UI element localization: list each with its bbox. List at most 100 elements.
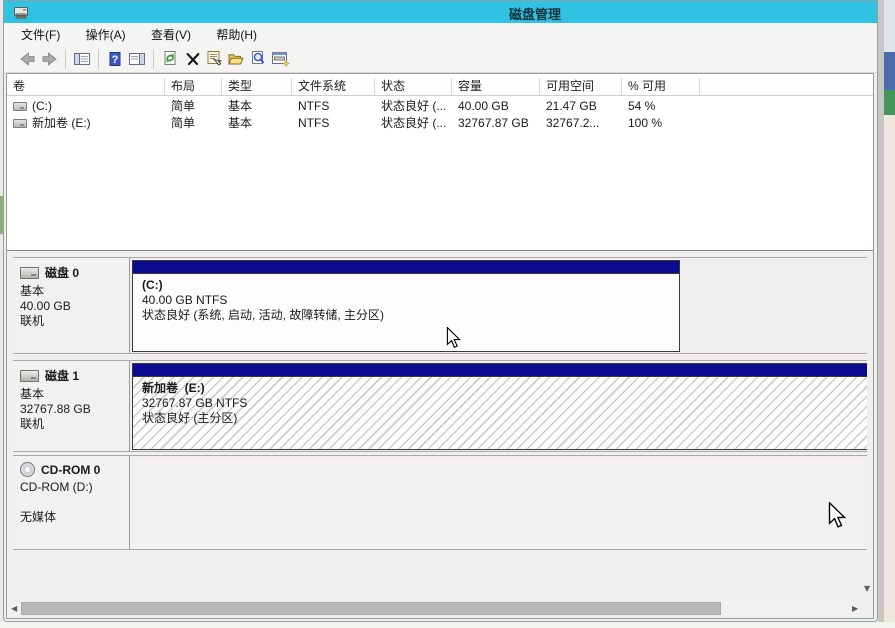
properties-icon[interactable]	[203, 48, 225, 70]
column-header-percent-free[interactable]: % 可用	[622, 78, 700, 96]
partition-size: 32767.87 GB NTFS	[142, 396, 867, 411]
partition-title: (C:)	[142, 278, 679, 293]
volume-status: 状态良好 (...	[375, 115, 452, 132]
volume-row-c[interactable]: (C:) 简单 基本 NTFS 状态良好 (... 40.00 GB 21.47…	[7, 98, 873, 115]
title-bar[interactable]: 磁盘管理	[4, 1, 877, 23]
cdrom-name: CD-ROM 0	[41, 463, 100, 477]
partition-size: 40.00 GB NTFS	[142, 293, 679, 308]
disk-icon	[20, 267, 39, 279]
volume-row-e[interactable]: 新加卷 (E:) 简单 基本 NTFS 状态良好 (... 32767.87 G…	[7, 115, 873, 132]
partition-status: 状态良好 (主分区)	[142, 411, 867, 426]
desktop-strip	[884, 90, 895, 115]
action-pane-icon[interactable]	[126, 48, 148, 70]
disk-name: 磁盘 0	[45, 264, 79, 281]
refresh-icon[interactable]	[159, 48, 181, 70]
disk-icon	[20, 370, 39, 382]
volume-percent-free: 54 %	[622, 98, 700, 115]
column-header-volume[interactable]: 卷	[7, 78, 165, 96]
column-header-status[interactable]: 状态	[375, 78, 452, 96]
toolbar-separator	[65, 49, 66, 69]
desktop-edge-bottom	[0, 622, 895, 628]
volume-capacity: 32767.87 GB	[452, 115, 540, 132]
horizontal-scrollbar[interactable]: ◀ ▶	[9, 601, 859, 616]
disk-type: 基本	[20, 284, 125, 299]
vertical-scroll-down-icon[interactable]: ▼	[864, 584, 870, 593]
disk-size: 40.00 GB	[20, 299, 125, 314]
search-icon[interactable]	[247, 48, 269, 70]
cdrom-panel[interactable]: CD-ROM 0 CD-ROM (D:) 无媒体	[13, 456, 130, 549]
volume-type: 基本	[222, 98, 292, 115]
disk-name: 磁盘 1	[45, 367, 79, 384]
desktop-strip	[884, 0, 895, 52]
desktop-strip	[884, 115, 895, 628]
volume-free-space: 21.47 GB	[540, 98, 622, 115]
toolbar-separator	[153, 49, 154, 69]
volume-layout: 简单	[165, 115, 222, 132]
cdrom-empty-region	[132, 458, 865, 549]
disk-status: 联机	[20, 314, 125, 329]
menu-file[interactable]: 文件(F)	[10, 23, 71, 45]
volume-filesystem: NTFS	[292, 98, 375, 115]
pane-splitter[interactable]	[7, 250, 873, 251]
cdrom-icon	[20, 462, 35, 477]
menu-action[interactable]: 操作(A)	[75, 23, 137, 45]
delete-icon[interactable]	[181, 48, 203, 70]
scroll-right-icon[interactable]: ▶	[852, 601, 858, 616]
disk-management-window: 磁盘管理 文件(F) 操作(A) 查看(V) 帮助(H)	[3, 0, 878, 622]
volume-name: (C:)	[32, 98, 52, 115]
partition-e[interactable]: 新加卷 (E:) 32767.87 GB NTFS 状态良好 (主分区)	[132, 363, 867, 450]
console-tree-icon[interactable]	[71, 48, 93, 70]
volume-type: 基本	[222, 115, 292, 132]
partition-status: 状态良好 (系统, 启动, 活动, 故障转储, 主分区)	[142, 308, 679, 323]
svg-text:?: ?	[112, 54, 119, 66]
screen: 磁盘管理 文件(F) 操作(A) 查看(V) 帮助(H)	[0, 0, 895, 628]
volume-icon	[13, 102, 27, 111]
column-header-capacity[interactable]: 容量	[452, 78, 540, 96]
window-title: 磁盘管理	[509, 4, 561, 23]
disk-status: 联机	[20, 417, 125, 432]
volume-capacity: 40.00 GB	[452, 98, 540, 115]
disk-1-panel[interactable]: 磁盘 1 基本 32767.88 GB 联机	[13, 361, 130, 451]
help-icon[interactable]: ?	[104, 48, 126, 70]
volume-filesystem: NTFS	[292, 115, 375, 132]
back-icon[interactable]	[16, 48, 38, 70]
volume-list-header: 卷 布局 类型 文件系统 状态 容量 可用空间 % 可用	[7, 78, 873, 96]
disk-1-row: 磁盘 1 基本 32767.88 GB 联机 新加卷 (E:) 32767.87…	[13, 360, 867, 452]
disk-size: 32767.88 GB	[20, 402, 125, 417]
partition-c[interactable]: (C:) 40.00 GB NTFS 状态良好 (系统, 启动, 活动, 故障转…	[132, 260, 680, 352]
menu-help[interactable]: 帮助(H)	[205, 23, 268, 45]
column-header-filler	[700, 78, 873, 96]
desktop-strip	[884, 52, 895, 90]
column-header-filesystem[interactable]: 文件系统	[292, 78, 375, 96]
volume-layout: 简单	[165, 98, 222, 115]
volume-name: 新加卷 (E:)	[32, 115, 91, 132]
disk-wizard-icon[interactable]	[269, 48, 291, 70]
scroll-left-icon[interactable]: ◀	[11, 601, 17, 616]
column-header-layout[interactable]: 布局	[165, 78, 222, 96]
horizontal-scroll-thumb[interactable]	[21, 602, 721, 615]
volume-status: 状态良好 (...	[375, 98, 452, 115]
column-header-type[interactable]: 类型	[222, 78, 292, 96]
volume-list-pane: 卷 布局 类型 文件系统 状态 容量 可用空间 % 可用 (C:) 简单	[7, 74, 873, 250]
volume-icon	[13, 119, 27, 128]
column-header-free-space[interactable]: 可用空间	[540, 78, 622, 96]
cdrom-row: CD-ROM 0 CD-ROM (D:) 无媒体	[13, 455, 867, 550]
forward-icon[interactable]	[38, 48, 60, 70]
primary-partition-band	[133, 261, 679, 274]
volume-percent-free: 100 %	[622, 115, 700, 132]
partition-title: 新加卷 (E:)	[142, 381, 867, 396]
menu-bar: 文件(F) 操作(A) 查看(V) 帮助(H)	[4, 23, 877, 45]
desktop-edge-right	[878, 0, 895, 628]
menu-view[interactable]: 查看(V)	[140, 23, 202, 45]
open-folder-icon[interactable]	[225, 48, 247, 70]
app-disk-icon	[13, 4, 29, 23]
cdrom-drive-letter: CD-ROM (D:)	[20, 480, 125, 495]
toolbar: ?	[4, 45, 877, 73]
disk-0-row: 磁盘 0 基本 40.00 GB 联机 (C:) 40.00 GB NTFS 状…	[13, 257, 867, 354]
console-content: 卷 布局 类型 文件系统 状态 容量 可用空间 % 可用 (C:) 简单	[6, 73, 874, 619]
disk-0-panel[interactable]: 磁盘 0 基本 40.00 GB 联机	[13, 258, 130, 353]
disk-type: 基本	[20, 387, 125, 402]
primary-partition-band	[133, 364, 867, 377]
toolbar-separator	[98, 49, 99, 69]
volume-free-space: 32767.2...	[540, 115, 622, 132]
